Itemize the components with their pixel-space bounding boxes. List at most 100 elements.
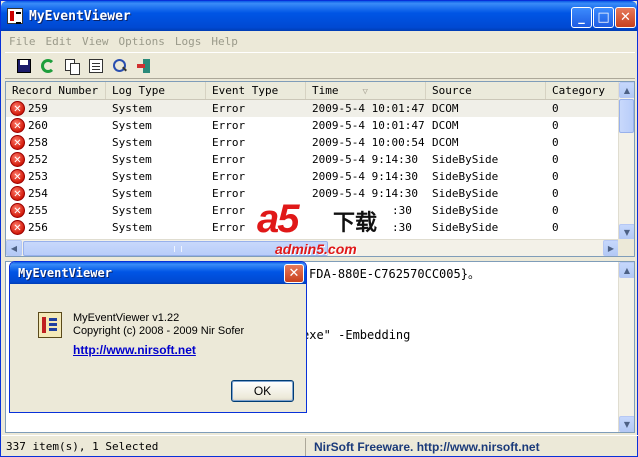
about-dialog-close-button[interactable]: ✕: [284, 264, 304, 283]
cell-source: SideBySide: [432, 221, 499, 234]
detail-vertical-scrollbar[interactable]: ▲ ▼: [618, 262, 634, 432]
cell-record: 254: [28, 187, 48, 200]
cell-record: 256: [28, 221, 48, 234]
cell-record: 255: [28, 204, 48, 217]
about-website-link[interactable]: http://www.nirsoft.net: [73, 343, 196, 357]
cell-log-type: System: [112, 153, 152, 166]
about-version: MyEventViewer v1.22: [73, 312, 180, 324]
scroll-up-button[interactable]: ▲: [619, 82, 634, 98]
ok-button[interactable]: OK: [231, 380, 294, 402]
properties-icon: [89, 58, 103, 73]
watermark-logo-text: a5: [257, 197, 299, 241]
menu-help[interactable]: Help: [207, 35, 244, 48]
about-copyright: Copyright (c) 2008 - 2009 Nir Sofer: [73, 325, 245, 337]
app-info-icon: [38, 312, 62, 338]
cell-source: SideBySide: [432, 153, 499, 166]
status-item-count: 337 item(s), 1 Selected: [2, 437, 306, 456]
find-icon: [113, 58, 127, 73]
scroll-left-button[interactable]: ◀: [6, 240, 22, 256]
cell-time: 2009-5-4 10:00:54: [312, 136, 425, 149]
cell-source: DCOM: [432, 119, 459, 132]
scroll-grip-icon: [174, 246, 182, 252]
save-button[interactable]: [13, 55, 35, 77]
cell-log-type: System: [112, 221, 152, 234]
table-row[interactable]: ✕ 252 System Error 2009-5-4 9:14:30 Side…: [6, 151, 620, 168]
cell-source: SideBySide: [432, 204, 499, 217]
vertical-scroll-thumb[interactable]: [619, 99, 634, 133]
site-watermark: a5 下载 admin5.com: [249, 197, 399, 261]
refresh-icon: [41, 58, 55, 73]
cell-event-type: Error: [212, 119, 246, 132]
menu-bar: File Edit View Options Logs Help: [5, 32, 635, 51]
menu-logs[interactable]: Logs: [171, 35, 208, 48]
cell-category: 0: [552, 153, 559, 166]
minimize-button[interactable]: _: [571, 7, 592, 28]
find-button[interactable]: [109, 55, 131, 77]
cell-log-type: System: [112, 136, 152, 149]
cell-log-type: System: [112, 119, 152, 132]
cell-category: 0: [552, 136, 559, 149]
table-row[interactable]: ✕ 259 System Error 2009-5-4 10:01:47 DCO…: [6, 100, 620, 117]
about-dialog: MyEventViewer ✕ MyEventViewer v1.22 Copy…: [9, 261, 307, 413]
close-button[interactable]: ✕: [615, 7, 636, 28]
column-header-log-type[interactable]: Log Type: [106, 82, 206, 99]
status-credit-link[interactable]: NirSoft Freeware. http://www.nirsoft.net: [306, 440, 540, 454]
cell-category: 0: [552, 204, 559, 217]
toolbar: [5, 52, 635, 79]
maximize-button[interactable]: □: [593, 7, 614, 28]
sort-indicator-icon: ▽: [362, 87, 368, 97]
table-row[interactable]: ✕ 258 System Error 2009-5-4 10:00:54 DCO…: [6, 134, 620, 151]
cell-category: 0: [552, 119, 559, 132]
cell-event-type: Error: [212, 136, 246, 149]
watermark-domain: admin5.com: [275, 241, 357, 257]
exit-button[interactable]: [133, 55, 155, 77]
cell-category: 0: [552, 102, 559, 115]
scroll-corner: [618, 239, 634, 256]
cell-source: DCOM: [432, 136, 459, 149]
table-row[interactable]: ✕ 253 System Error 2009-5-4 9:14:30 Side…: [6, 168, 620, 185]
exit-icon: [137, 58, 151, 73]
title-bar[interactable]: MyEventViewer _ □ ✕: [1, 1, 637, 31]
about-dialog-title-bar[interactable]: MyEventViewer ✕: [10, 262, 306, 284]
cell-log-type: System: [112, 170, 152, 183]
copy-button[interactable]: [61, 55, 83, 77]
watermark-chinese-text: 下载: [333, 211, 378, 236]
menu-view[interactable]: View: [78, 35, 115, 48]
table-row[interactable]: ✕ 260 System Error 2009-5-4 10:01:47 DCO…: [6, 117, 620, 134]
menu-options[interactable]: Options: [115, 35, 171, 48]
cell-category: 0: [552, 187, 559, 200]
refresh-button[interactable]: [37, 55, 59, 77]
cell-event-type: Error: [212, 102, 246, 115]
detail-text-line: FDA-880E-C762570CC005}。: [309, 267, 480, 281]
scroll-down-button[interactable]: ▼: [619, 224, 634, 240]
list-vertical-scrollbar[interactable]: ▲ ▼: [618, 82, 634, 240]
column-header-time-label: Time: [312, 84, 339, 97]
menu-edit[interactable]: Edit: [42, 35, 79, 48]
column-header-record-number[interactable]: Record Number: [6, 82, 106, 99]
cell-record: 258: [28, 136, 48, 149]
cell-time: 2009-5-4 10:01:47: [312, 102, 425, 115]
cell-event-type: Error: [212, 170, 246, 183]
window-title: MyEventViewer: [29, 9, 131, 24]
status-bar: 337 item(s), 1 Selected NirSoft Freeware…: [2, 435, 638, 457]
menu-file[interactable]: File: [5, 35, 42, 48]
column-header-event-type[interactable]: Event Type: [206, 82, 306, 99]
cell-category: 0: [552, 221, 559, 234]
cell-record: 259: [28, 102, 48, 115]
save-icon: [17, 58, 31, 73]
detail-scroll-down-button[interactable]: ▼: [619, 416, 634, 432]
cell-time: 2009-5-4 9:14:30: [312, 170, 418, 183]
cell-source: DCOM: [432, 102, 459, 115]
cell-log-type: System: [112, 102, 152, 115]
cell-log-type: System: [112, 204, 152, 217]
scroll-right-button[interactable]: ▶: [603, 240, 619, 256]
detail-text-line: exe" -Embedding: [302, 328, 411, 342]
column-header-category[interactable]: Category: [546, 82, 620, 99]
cell-record: 252: [28, 153, 48, 166]
properties-button[interactable]: [85, 55, 107, 77]
app-icon: [7, 8, 23, 24]
cell-record: 260: [28, 119, 48, 132]
column-header-source[interactable]: Source: [426, 82, 546, 99]
detail-scroll-up-button[interactable]: ▲: [619, 262, 634, 278]
column-header-time[interactable]: Time ▽: [306, 82, 426, 99]
